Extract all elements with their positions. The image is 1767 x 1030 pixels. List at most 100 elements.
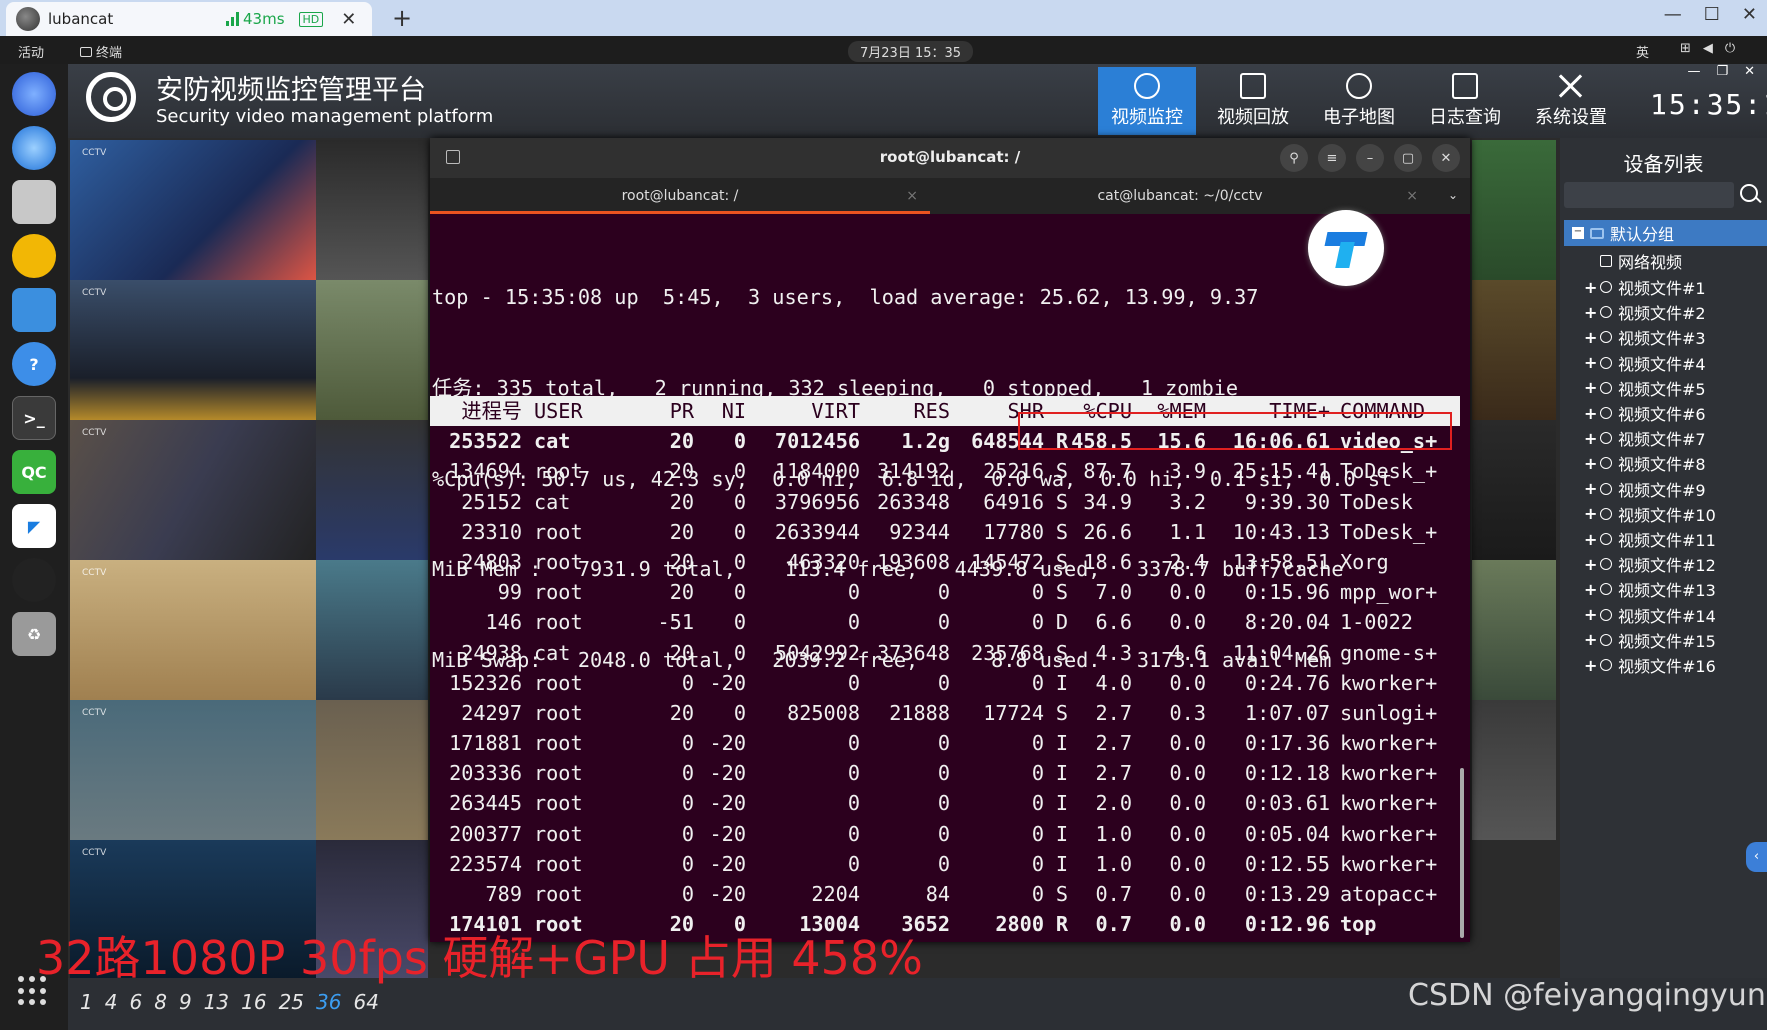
- device-item[interactable]: + 视频文件#16: [1584, 652, 1716, 678]
- video-cell[interactable]: [1472, 560, 1556, 700]
- device-item[interactable]: + 视频文件#15: [1584, 627, 1716, 653]
- video-cell[interactable]: [316, 700, 428, 840]
- expand-icon[interactable]: +: [1584, 278, 1597, 297]
- search-icon[interactable]: [1740, 184, 1758, 202]
- video-cell[interactable]: CCTV: [70, 280, 316, 420]
- hd-badge[interactable]: HD: [298, 11, 324, 27]
- search-icon[interactable]: ⚲: [1280, 144, 1308, 172]
- nav-video-monitor[interactable]: 视频监控: [1098, 67, 1196, 135]
- video-cell[interactable]: [1472, 140, 1556, 280]
- terminal-app-menu[interactable]: 终端: [80, 42, 122, 61]
- nav-video-playback[interactable]: 视频回放: [1204, 67, 1302, 135]
- menu-icon[interactable]: ≡: [1318, 144, 1346, 172]
- video-cell[interactable]: CCTV: [70, 140, 316, 280]
- activities-button[interactable]: 活动: [18, 42, 44, 61]
- device-item[interactable]: + 视频文件#3: [1584, 324, 1706, 350]
- device-item[interactable]: + 视频文件#8: [1584, 450, 1706, 476]
- device-item[interactable]: + 视频文件#4: [1584, 350, 1706, 376]
- todesk-icon[interactable]: ◤: [12, 504, 56, 548]
- trash-icon[interactable]: ♻: [12, 612, 56, 656]
- layout-option[interactable]: 4: [105, 990, 118, 1014]
- expand-icon[interactable]: +: [1584, 504, 1597, 523]
- minimize-icon[interactable]: –: [1356, 144, 1384, 172]
- nav-e-map[interactable]: 电子地图: [1310, 67, 1408, 135]
- video-cell[interactable]: [316, 140, 428, 280]
- expand-icon[interactable]: +: [1584, 353, 1597, 372]
- expand-icon[interactable]: +: [1584, 429, 1597, 448]
- expand-icon[interactable]: +: [1584, 580, 1597, 599]
- video-cell[interactable]: [1472, 420, 1556, 560]
- expand-icon[interactable]: +: [1584, 605, 1597, 624]
- system-tray[interactable]: ⊞ ◀ ⏻: [1680, 41, 1735, 56]
- chevron-down-icon[interactable]: ⌄: [1448, 188, 1458, 202]
- device-item[interactable]: + 视频文件#12: [1584, 551, 1716, 577]
- video-cell[interactable]: CCTV: [70, 560, 316, 700]
- system-clock[interactable]: 7月23日 15：35: [848, 41, 974, 62]
- device-search-input[interactable]: [1564, 182, 1734, 208]
- layout-option[interactable]: 25: [279, 990, 304, 1014]
- close-window-button[interactable]: ✕: [1742, 4, 1757, 25]
- expand-icon[interactable]: +: [1584, 328, 1597, 347]
- expand-icon[interactable]: +: [1584, 479, 1597, 498]
- terminal-tab-cat[interactable]: cat@lubancat: ~/0/cctv ×: [930, 178, 1430, 214]
- device-item[interactable]: + 视频文件#9: [1584, 476, 1706, 502]
- expand-icon[interactable]: +: [1584, 378, 1597, 397]
- expand-icon[interactable]: +: [1584, 454, 1597, 473]
- device-group[interactable]: − 默认分组: [1564, 220, 1767, 246]
- expand-icon[interactable]: +: [1584, 303, 1597, 322]
- video-cell[interactable]: [316, 280, 428, 420]
- video-cell[interactable]: CCTV: [70, 700, 316, 840]
- minimize-button[interactable]: —: [1664, 4, 1682, 25]
- app-restore-button[interactable]: ❐: [1716, 64, 1728, 79]
- close-tab-icon[interactable]: ×: [906, 178, 918, 214]
- layout-option[interactable]: 36: [316, 990, 341, 1014]
- device-item[interactable]: + 视频文件#13: [1584, 576, 1716, 602]
- device-item[interactable]: + 视频文件#6: [1584, 400, 1706, 426]
- new-tab-button[interactable]: +: [392, 4, 412, 32]
- video-cell[interactable]: [316, 560, 428, 700]
- expand-icon[interactable]: +: [1584, 530, 1597, 549]
- input-method[interactable]: 英: [1636, 42, 1649, 61]
- device-item[interactable]: + 视频文件#5: [1584, 375, 1706, 401]
- app-minimize-button[interactable]: —: [1687, 64, 1700, 79]
- writer-icon[interactable]: [12, 288, 56, 332]
- device-item[interactable]: + 视频文件#11: [1584, 526, 1716, 552]
- maximize-button[interactable]: ☐: [1704, 4, 1720, 25]
- close-tab-icon[interactable]: ✕: [341, 9, 356, 30]
- chromium-icon[interactable]: [12, 72, 56, 116]
- layout-option[interactable]: 6: [129, 990, 142, 1014]
- device-item[interactable]: + 视频文件#1: [1584, 274, 1706, 300]
- expand-icon[interactable]: +: [1584, 630, 1597, 649]
- nav-log-query[interactable]: 日志查询: [1416, 67, 1514, 135]
- terminal-tab-root[interactable]: root@lubancat: / ×: [430, 178, 930, 214]
- camera-icon[interactable]: [12, 558, 56, 602]
- video-cell[interactable]: [1472, 280, 1556, 420]
- expand-icon[interactable]: +: [1584, 404, 1597, 423]
- thunderbird-icon[interactable]: [12, 126, 56, 170]
- device-item[interactable]: + 视频文件#14: [1584, 602, 1716, 628]
- video-cell[interactable]: CCTV: [70, 420, 316, 560]
- expand-icon[interactable]: +: [1584, 656, 1597, 675]
- device-item[interactable]: + 视频文件#2: [1584, 299, 1706, 325]
- layout-option[interactable]: 16: [241, 990, 266, 1014]
- close-tab-icon[interactable]: ×: [1406, 178, 1418, 214]
- device-network-video[interactable]: 网络视频: [1600, 248, 1682, 274]
- layout-option[interactable]: 13: [204, 990, 229, 1014]
- collapse-panel-icon[interactable]: ‹: [1746, 842, 1767, 872]
- expand-icon[interactable]: +: [1584, 555, 1597, 574]
- collapse-icon[interactable]: −: [1572, 227, 1584, 239]
- layout-option[interactable]: 9: [179, 990, 192, 1014]
- help-icon[interactable]: ?: [12, 342, 56, 386]
- video-cell[interactable]: [1472, 700, 1556, 840]
- todesk-floating-icon[interactable]: [1308, 210, 1384, 286]
- device-item[interactable]: + 视频文件#7: [1584, 425, 1706, 451]
- device-item[interactable]: + 视频文件#10: [1584, 501, 1716, 527]
- layout-option[interactable]: 1: [80, 990, 93, 1014]
- app-close-button[interactable]: ✕: [1744, 64, 1755, 79]
- scrollbar[interactable]: [1460, 768, 1464, 938]
- layout-option[interactable]: 8: [154, 990, 167, 1014]
- qtcreator-icon[interactable]: QC: [12, 450, 56, 494]
- video-cell[interactable]: [316, 420, 428, 560]
- nav-system-settings[interactable]: 系统设置: [1522, 67, 1620, 135]
- close-icon[interactable]: ✕: [1432, 144, 1460, 172]
